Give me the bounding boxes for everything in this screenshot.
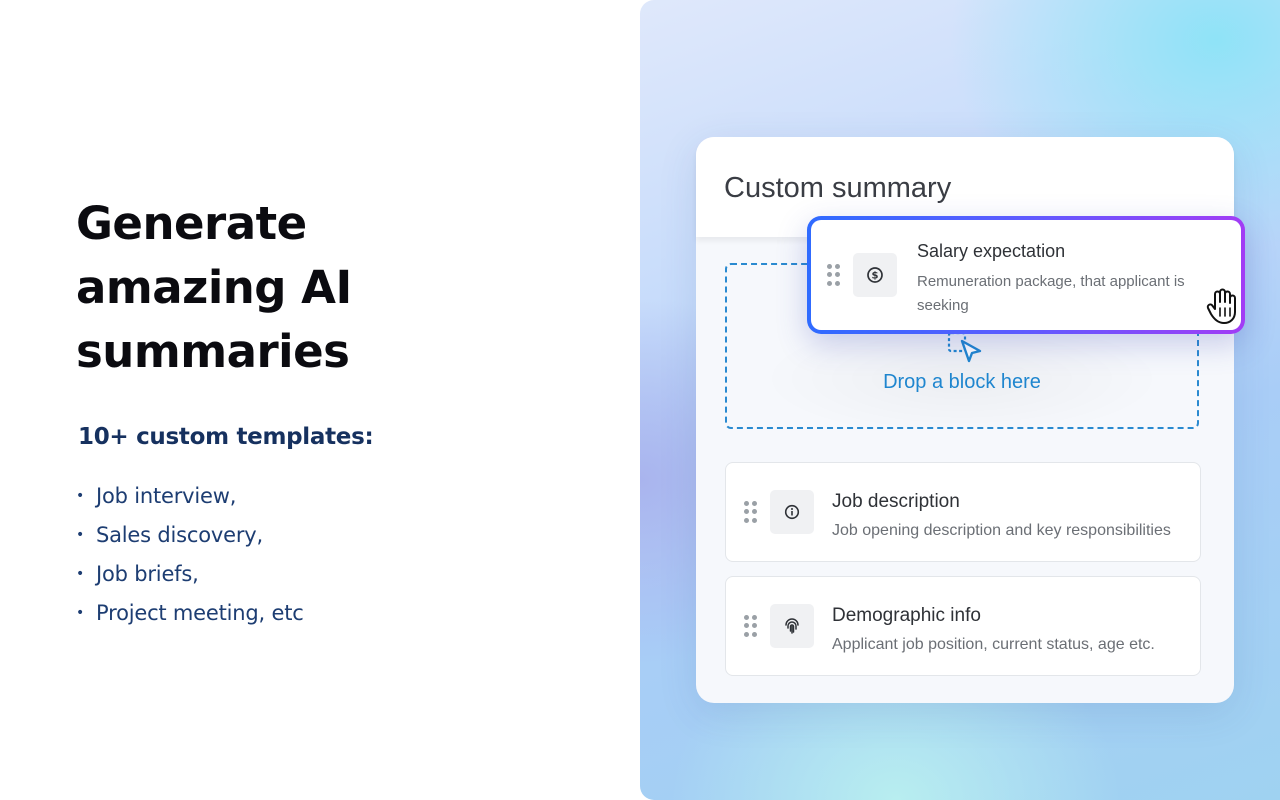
list-item: • Project meeting, etc <box>76 593 304 632</box>
list-item: • Job briefs, <box>76 554 304 593</box>
svg-text:$: $ <box>872 271 879 282</box>
list-item: • Sales discovery, <box>76 515 304 554</box>
templates-subheading: 10+ custom templates: <box>78 424 374 450</box>
bullet-icon: • <box>76 487 85 504</box>
template-label: Project meeting, etc <box>96 600 304 625</box>
grab-hand-cursor-icon <box>1206 288 1236 324</box>
drag-handle-icon[interactable] <box>744 615 758 637</box>
card-title: Custom summary <box>724 172 952 204</box>
bullet-icon: • <box>76 526 85 543</box>
block-title: Salary expectation <box>917 241 1066 261</box>
drop-pointer-icon <box>947 331 982 363</box>
block-demographic-info[interactable]: Demographic info Applicant job position,… <box>725 576 1201 676</box>
info-icon <box>770 490 814 534</box>
drag-handle-icon[interactable] <box>827 264 841 286</box>
drop-zone-label: Drop a block here <box>883 371 1041 393</box>
marketing-column: Generate amazing AI summaries 10+ custom… <box>0 0 640 800</box>
template-label: Job briefs, <box>96 561 199 586</box>
fingerprint-icon <box>770 604 814 648</box>
block-description: Applicant job position, current status, … <box>832 636 1155 653</box>
block-title: Demographic info <box>832 605 981 626</box>
templates-list: • Job interview, • Sales discovery, • Job b… <box>76 476 304 632</box>
block-title: Job description <box>832 491 960 512</box>
dollar-icon: $ <box>853 253 897 297</box>
dragged-block-body: $ Salary expectation Remuneration packag… <box>811 220 1241 330</box>
bullet-icon: • <box>76 604 85 621</box>
template-label: Sales discovery, <box>96 522 263 547</box>
dragged-block-salary-expectation[interactable]: $ Salary expectation Remuneration packag… <box>807 216 1245 334</box>
block-description: Job opening description and key responsi… <box>832 522 1171 539</box>
block-description: Remuneration package, that applicant is … <box>917 273 1185 314</box>
template-label: Job interview, <box>96 483 237 508</box>
bullet-icon: • <box>76 565 85 582</box>
drag-handle-icon[interactable] <box>744 501 758 523</box>
preview-panel: Custom summary Drop a block here Job des… <box>640 0 1280 800</box>
headline: Generate amazing AI summaries <box>76 197 352 378</box>
block-job-description[interactable]: Job description Job opening description … <box>725 462 1201 562</box>
list-item: • Job interview, <box>76 476 304 515</box>
